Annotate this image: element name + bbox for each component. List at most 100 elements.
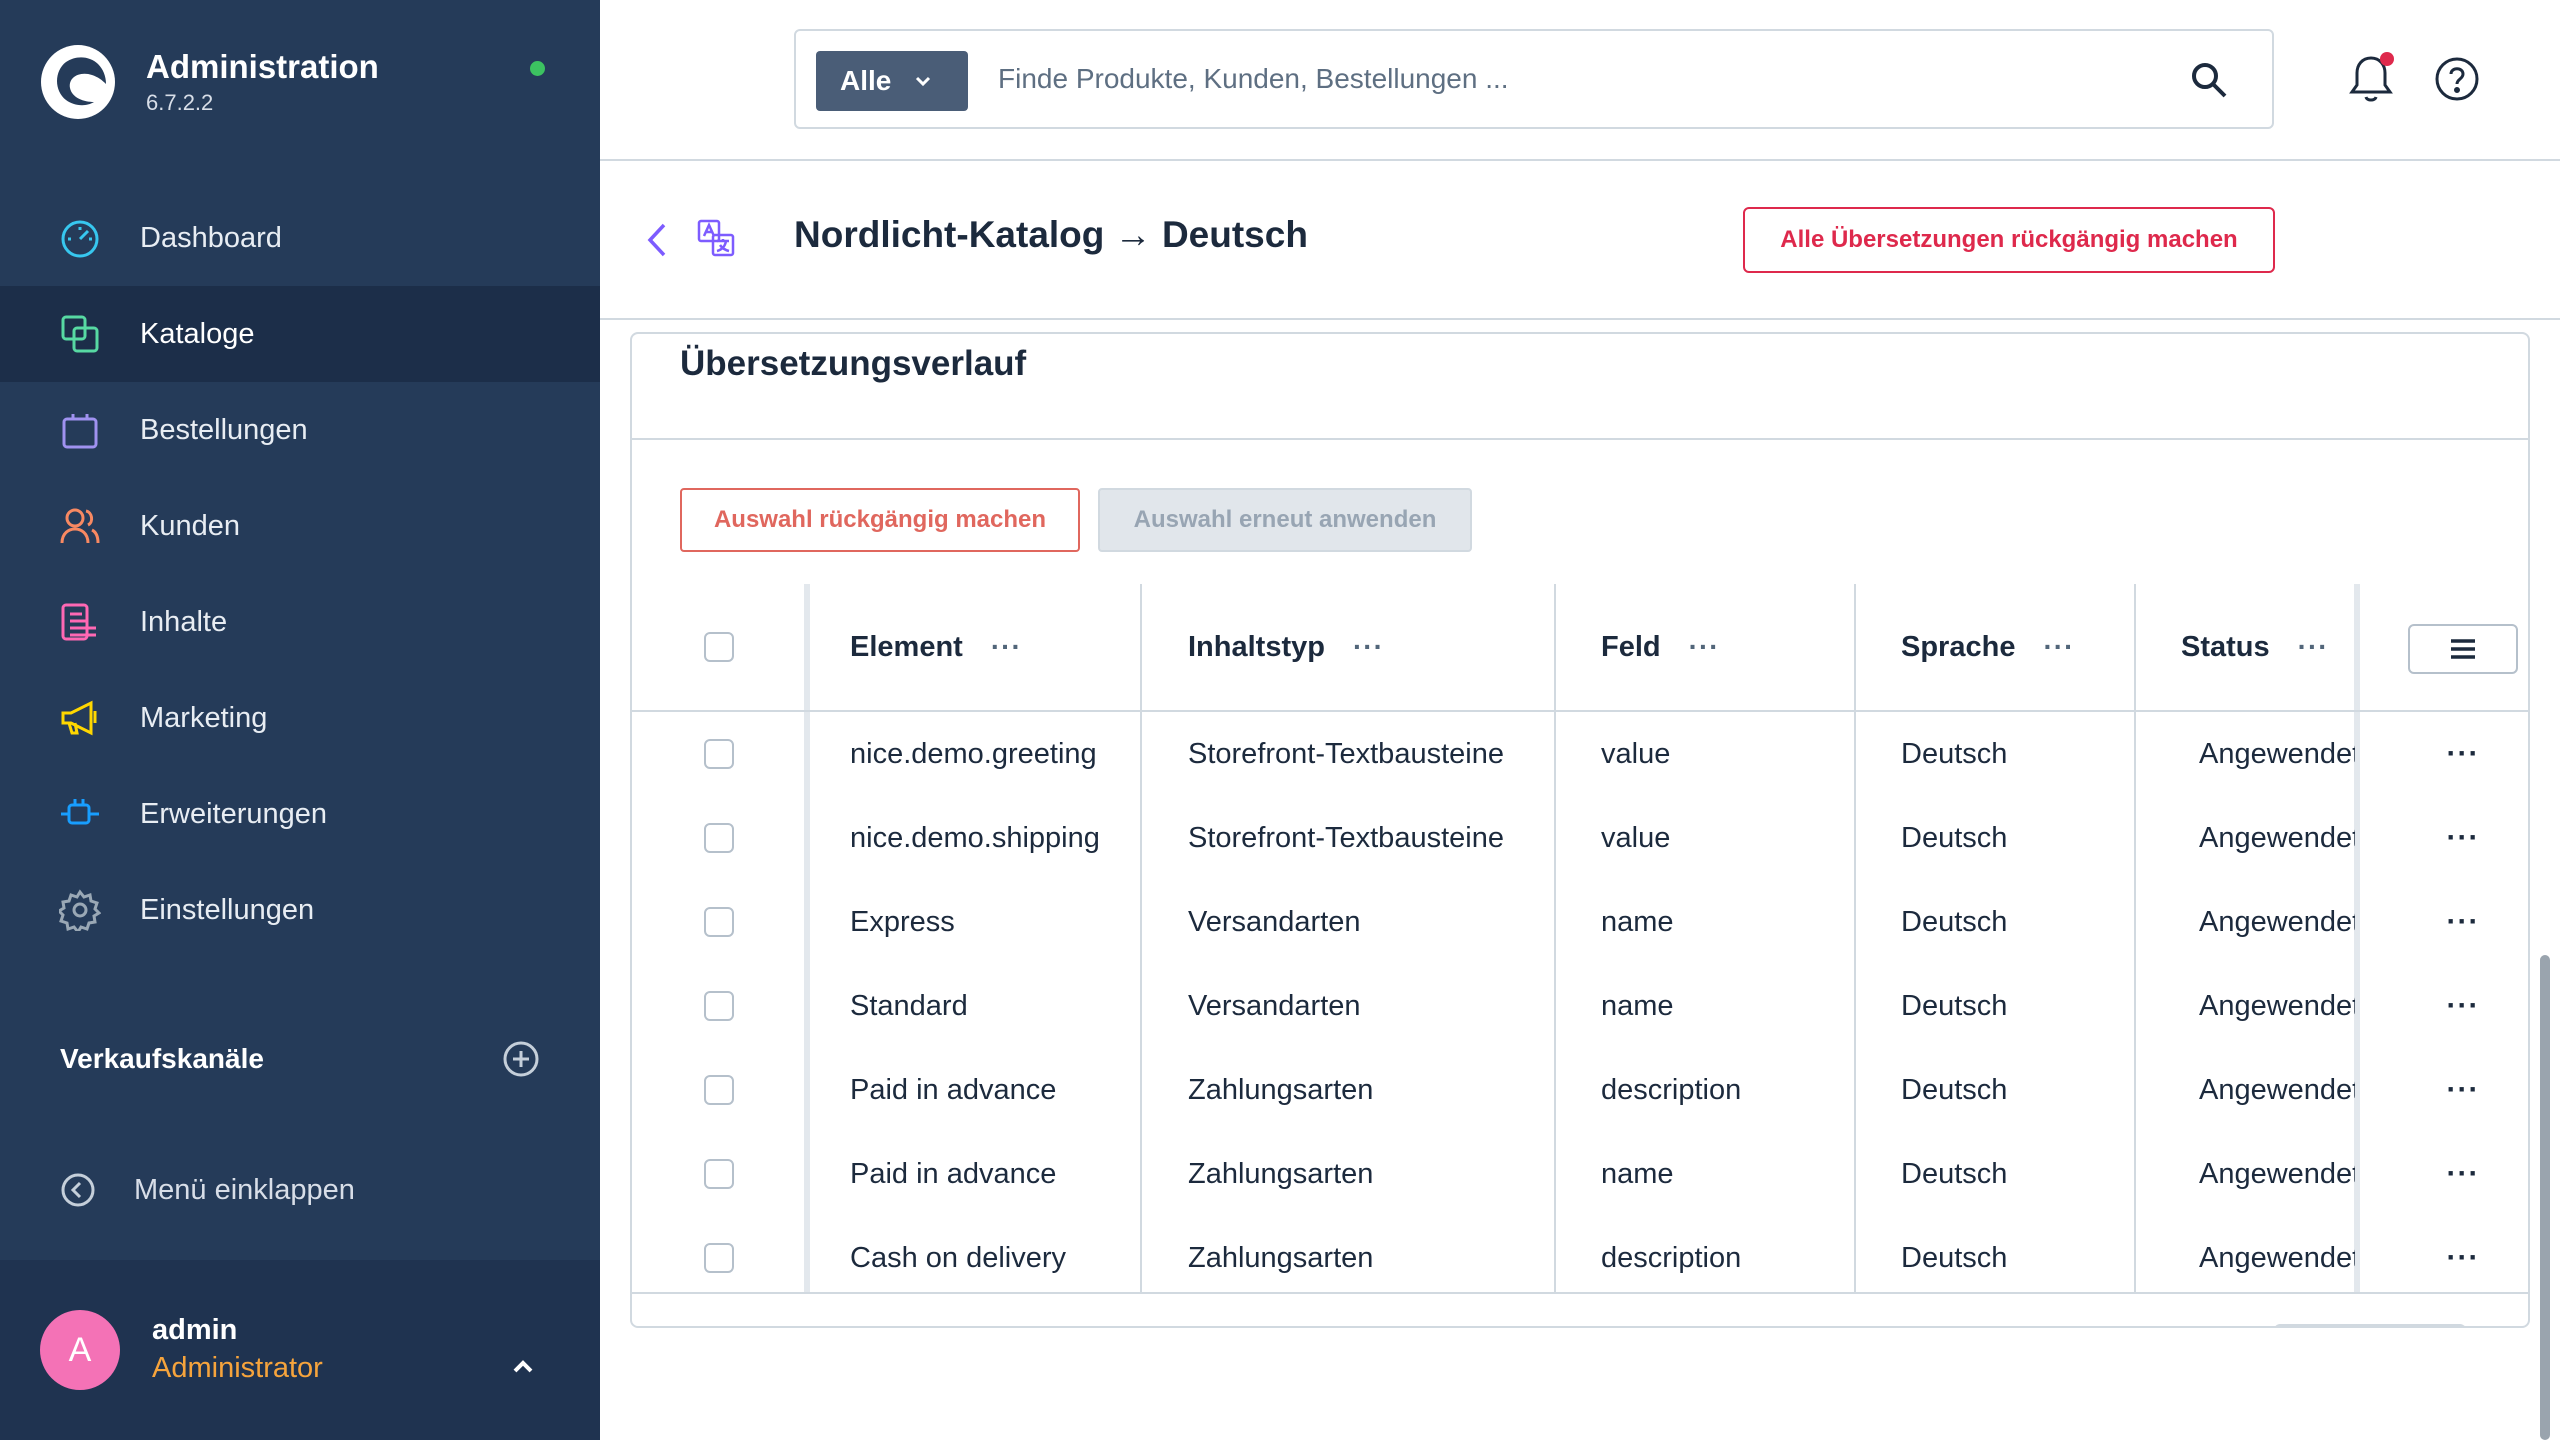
- row-actions-button[interactable]: ···: [2408, 1048, 2518, 1132]
- table-row[interactable]: Cash on delivery Zahlungsarten description…: [632, 1216, 2528, 1300]
- column-menu-icon[interactable]: ···: [2043, 631, 2074, 663]
- row-actions-button[interactable]: ···: [2408, 796, 2518, 880]
- search-scope-select[interactable]: Alle: [816, 51, 968, 111]
- grid-settings-button[interactable]: [2408, 624, 2518, 674]
- chevron-up-icon[interactable]: [508, 1352, 538, 1382]
- column-menu-icon[interactable]: ···: [991, 631, 1022, 663]
- back-chevron-icon[interactable]: [644, 220, 670, 260]
- sidebar-item-bestellungen[interactable]: Bestellungen: [0, 382, 600, 478]
- revert-all-translations-button[interactable]: Alle Übersetzungen rückgängig machen: [1743, 207, 2275, 273]
- cell-status: Angewendet: [2181, 880, 2355, 964]
- translate-icon: [697, 219, 735, 257]
- status-label: Angewendet: [2199, 821, 2355, 854]
- table-row[interactable]: Paid in advance Zahlungsarten name Deutsch A…: [632, 1132, 2528, 1216]
- row-actions-button[interactable]: ···: [2408, 880, 2518, 964]
- cell-status: Angewendet: [2181, 1048, 2355, 1132]
- cell-content-type: Versandarten: [1188, 989, 1361, 1022]
- table-row[interactable]: Standard Versandarten name Deutsch Angewende…: [632, 964, 2528, 1048]
- help-icon[interactable]: [2434, 56, 2480, 102]
- page-title: Nordlicht-Katalog → Deutsch: [794, 214, 1308, 255]
- select-all-cell: [704, 584, 734, 710]
- cell-language: Deutsch: [1901, 989, 2008, 1022]
- table-row[interactable]: nice.demo.greeting Storefront-Textbaustei…: [632, 712, 2528, 796]
- app-version: 6.7.2.2: [146, 90, 214, 115]
- column-header-sprache[interactable]: Sprache ···: [1901, 584, 2074, 710]
- add-sales-channel-icon[interactable]: [502, 1040, 540, 1078]
- cell-language: Deutsch: [1901, 905, 2008, 938]
- sidebar-item-kunden[interactable]: Kunden: [0, 478, 600, 574]
- sidebar-item-dashboard[interactable]: Dashboard: [0, 190, 600, 286]
- sidebar-item-kataloge[interactable]: Kataloge: [0, 286, 600, 382]
- settings-icon: [58, 888, 102, 932]
- cell-content-type: Zahlungsarten: [1188, 1157, 1374, 1190]
- notifications-button[interactable]: [2346, 52, 2396, 106]
- sidebar-item-label: Kataloge: [140, 317, 255, 350]
- select-all-checkbox[interactable]: [704, 632, 734, 662]
- pagination-current-page[interactable]: [1334, 1326, 1388, 1328]
- column-header-status[interactable]: Status ···: [2181, 584, 2329, 710]
- status-label: Angewendet: [2199, 1241, 2355, 1274]
- sidebar-item-marketing[interactable]: Marketing: [0, 670, 600, 766]
- items-per-page-select[interactable]: [2274, 1324, 2466, 1326]
- row-checkbox[interactable]: [704, 991, 734, 1021]
- row-select-cell: [704, 796, 734, 880]
- undo-selection-button[interactable]: Auswahl rückgängig machen: [680, 488, 1080, 552]
- column-header-label: Status: [2181, 630, 2270, 663]
- customers-icon: [58, 504, 102, 548]
- cell-field: name: [1601, 1157, 1674, 1190]
- row-checkbox[interactable]: [704, 1243, 734, 1273]
- status-label: Angewendet: [2199, 989, 2355, 1022]
- translation-grid: Element ··· Inhaltstyp ··· Feld ··· Sprache…: [632, 584, 2528, 1300]
- column-menu-icon[interactable]: ···: [2298, 631, 2329, 663]
- column-header-inhaltstyp[interactable]: Inhaltstyp ···: [1188, 584, 1384, 710]
- table-row[interactable]: Paid in advance Zahlungsarten description D…: [632, 1048, 2528, 1132]
- search-icon[interactable]: [2190, 61, 2228, 99]
- sidebar-item-label: Inhalte: [140, 605, 228, 638]
- row-actions-button[interactable]: ···: [2408, 712, 2518, 796]
- column-header-label: Inhaltstyp: [1188, 630, 1325, 663]
- status-label: Angewendet: [2199, 737, 2355, 770]
- sidebar-item-einstellungen[interactable]: Einstellungen: [0, 862, 600, 958]
- row-actions-button[interactable]: ···: [2408, 964, 2518, 1048]
- row-actions-button[interactable]: ···: [2408, 1132, 2518, 1216]
- sidebar-item-label: Bestellungen: [140, 413, 308, 446]
- page-scrollbar[interactable]: [2540, 955, 2550, 1440]
- column-menu-icon[interactable]: ···: [1689, 631, 1720, 663]
- brand[interactable]: Administration 6.7.2.2: [40, 44, 379, 120]
- user-menu[interactable]: A admin Administrator: [0, 1260, 600, 1440]
- global-search[interactable]: Alle Finde Produkte, Kunden, Bestellunge…: [794, 29, 2274, 129]
- row-select-cell: [704, 1216, 734, 1300]
- cell-element: Standard: [850, 989, 968, 1022]
- row-select-cell: [704, 964, 734, 1048]
- row-checkbox[interactable]: [704, 739, 734, 769]
- sidebar-item-erweiterungen[interactable]: Erweiterungen: [0, 766, 600, 862]
- row-checkbox[interactable]: [704, 823, 734, 853]
- search-input[interactable]: Finde Produkte, Kunden, Bestellungen ...: [998, 31, 1509, 127]
- table-row[interactable]: nice.demo.shipping Storefront-Textbaustei…: [632, 796, 2528, 880]
- row-select-cell: [704, 1048, 734, 1132]
- column-header-feld[interactable]: Feld ···: [1601, 584, 1720, 710]
- column-menu-icon[interactable]: ···: [1353, 631, 1384, 663]
- sidebar-item-inhalte[interactable]: Inhalte: [0, 574, 600, 670]
- row-actions-button[interactable]: ···: [2408, 1216, 2518, 1300]
- cell-field: description: [1601, 1241, 1742, 1274]
- column-header-label: Sprache: [1901, 630, 2016, 663]
- avatar: A: [40, 1310, 120, 1390]
- column-header-label: Element: [850, 630, 963, 663]
- cell-field: value: [1601, 821, 1671, 854]
- row-checkbox[interactable]: [704, 1159, 734, 1189]
- grid-header: Element ··· Inhaltstyp ··· Feld ··· Sprache…: [632, 584, 2528, 712]
- row-checkbox[interactable]: [704, 1075, 734, 1105]
- shopware-logo-icon: [41, 45, 115, 119]
- marketing-icon: [58, 696, 102, 740]
- cell-field: value: [1601, 737, 1671, 770]
- status-label: Angewendet: [2199, 1157, 2355, 1190]
- collapse-menu-button[interactable]: Menü einklappen: [60, 1172, 355, 1208]
- column-header-element[interactable]: Element ···: [850, 584, 1022, 710]
- table-row[interactable]: Express Versandarten name Deutsch Angewendet…: [632, 880, 2528, 964]
- status-label: Angewendet: [2199, 1073, 2355, 1106]
- sidebar-item-label: Erweiterungen: [140, 797, 327, 830]
- row-checkbox[interactable]: [704, 907, 734, 937]
- column-header-label: Feld: [1601, 630, 1661, 663]
- cell-field: name: [1601, 905, 1674, 938]
